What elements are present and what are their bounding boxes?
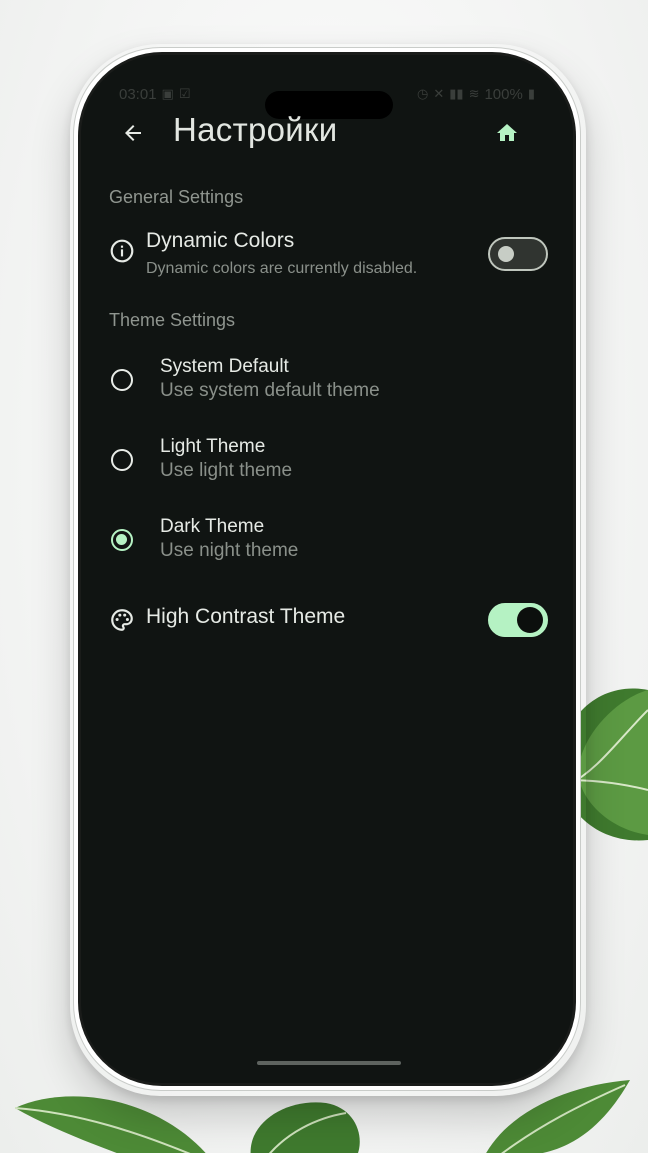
theme-option-subtitle: Use system default theme [160, 380, 380, 401]
palette-icon [108, 606, 136, 634]
info-icon [108, 237, 136, 265]
theme-option-subtitle: Use night theme [160, 540, 299, 561]
section-header-general: General Settings [109, 187, 244, 207]
high-contrast-row[interactable]: High Contrast Theme [81, 595, 573, 645]
status-left: 03:01 ▣ ☑ [119, 86, 191, 103]
signal-icon: ▮▮ [449, 86, 464, 101]
dynamic-colors-subtitle: Dynamic colors are currently disabled. [146, 260, 418, 277]
dynamic-colors-title: Dynamic Colors [146, 229, 295, 252]
status-right: ◷ ✕ ▮▮ ≋ 100% ▮ [417, 86, 535, 103]
theme-option-dark[interactable]: Dark Theme Use night theme [81, 510, 573, 570]
theme-option-light[interactable]: Light Theme Use light theme [81, 430, 573, 490]
dynamic-colors-row[interactable]: Dynamic Colors Dynamic colors are curren… [81, 225, 573, 285]
phone-frame: 03:01 ▣ ☑ ◷ ✕ ▮▮ ≋ 100% ▮ Настройки Gene… [73, 47, 581, 1091]
arrow-back-icon [125, 125, 141, 141]
wifi-icon: ≋ [468, 86, 480, 101]
check-notification-icon: ☑ [178, 86, 191, 101]
phone-bezel: 03:01 ▣ ☑ ◷ ✕ ▮▮ ≋ 100% ▮ Настройки Gene… [78, 52, 576, 1086]
radio-button-selected[interactable] [111, 529, 133, 551]
home-indicator[interactable] [257, 1061, 401, 1065]
dynamic-colors-switch[interactable] [488, 237, 548, 271]
top-app-bar: Настройки [81, 105, 573, 161]
stage: 03:01 ▣ ☑ ◷ ✕ ▮▮ ≋ 100% ▮ Настройки Gene… [0, 0, 648, 1153]
switch-knob [498, 246, 514, 262]
status-time: 03:01 [119, 85, 157, 103]
back-button[interactable] [117, 117, 149, 149]
screen: 03:01 ▣ ☑ ◷ ✕ ▮▮ ≋ 100% ▮ Настройки Gene… [81, 55, 573, 1083]
theme-option-title: Dark Theme [160, 516, 265, 537]
battery-icon: ▮ [527, 86, 535, 101]
leaf-decoration [250, 1102, 360, 1153]
switch-knob [517, 607, 543, 633]
image-notification-icon: ▣ [161, 86, 174, 101]
theme-option-subtitle: Use light theme [160, 460, 293, 481]
page-title: Настройки [173, 111, 338, 148]
radio-button[interactable] [111, 369, 133, 391]
radio-button[interactable] [111, 449, 133, 471]
section-header-theme: Theme Settings [109, 310, 236, 330]
theme-option-title: System Default [160, 356, 289, 377]
theme-option-system-default[interactable]: System Default Use system default theme [81, 350, 573, 410]
high-contrast-title: High Contrast Theme [146, 605, 346, 628]
home-button[interactable] [491, 117, 523, 149]
high-contrast-switch[interactable] [488, 603, 548, 637]
battery-percent: 100% [484, 85, 523, 103]
home-icon [497, 124, 517, 141]
theme-option-title: Light Theme [160, 436, 266, 457]
alarm-icon: ◷ [417, 86, 429, 101]
radio-dot [116, 534, 127, 545]
leaf-decoration [14, 1096, 206, 1153]
mute-icon: ✕ [433, 86, 445, 101]
